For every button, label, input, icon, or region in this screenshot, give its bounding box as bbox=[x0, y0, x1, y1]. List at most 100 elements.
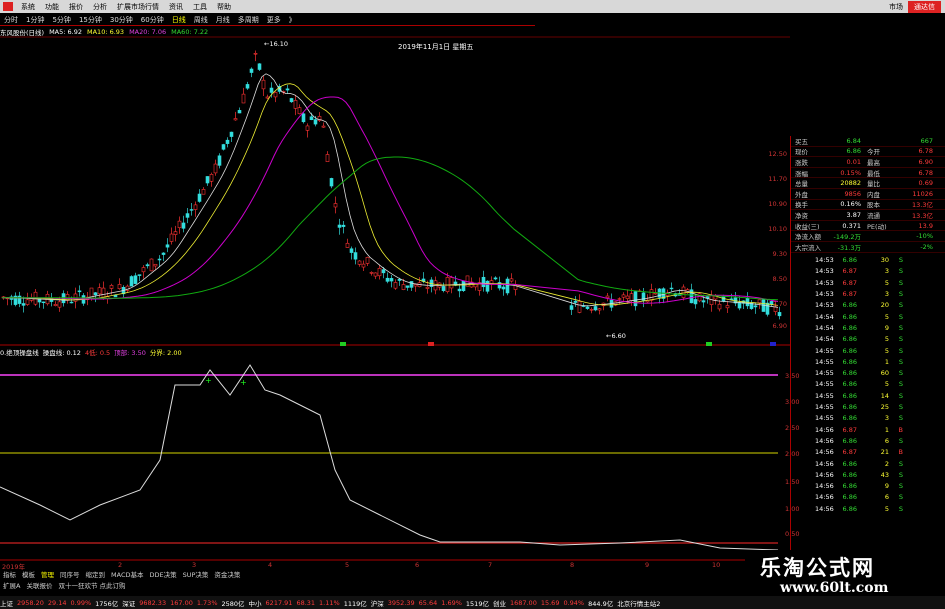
candle-body bbox=[593, 306, 598, 311]
trade-cell: 9 bbox=[884, 323, 889, 332]
status-segment: 167.00 bbox=[170, 598, 193, 607]
candle-body bbox=[329, 178, 334, 187]
tab-manage[interactable]: 管理 bbox=[38, 569, 57, 579]
trade-cell: 3 bbox=[884, 414, 889, 423]
tab-macd[interactable]: MACD基本 bbox=[108, 569, 146, 579]
status-segment[interactable]: 沪深 bbox=[371, 598, 384, 608]
link-ext-a[interactable]: 扩展A bbox=[0, 580, 23, 590]
tab-lock[interactable]: 缩定到 bbox=[83, 569, 109, 579]
x-tick: 7 bbox=[488, 561, 493, 569]
tab-template[interactable]: 模板 bbox=[19, 569, 38, 579]
trade-cell: 6.86 bbox=[842, 346, 857, 355]
x-tick: 2 bbox=[118, 561, 123, 569]
quote-value: 11026 bbox=[912, 189, 933, 198]
indicator-name[interactable]: 0.绝顶操盘线 bbox=[0, 347, 39, 357]
candle-body bbox=[209, 174, 214, 182]
trade-cell: 14:56 bbox=[815, 436, 834, 445]
quote-row: 大宗流入 -31.3万 -2% bbox=[791, 242, 945, 253]
quote-label: 量比 bbox=[867, 180, 880, 189]
tab-same-seq[interactable]: 同序号 bbox=[57, 569, 83, 579]
trade-row: 14:55 6.86 3 S bbox=[791, 413, 945, 424]
candle-body bbox=[289, 98, 294, 103]
y-tick: 7.70 bbox=[772, 300, 787, 308]
trade-cell: 14:56 bbox=[815, 504, 834, 513]
candle-body bbox=[177, 220, 182, 228]
trade-cell: 6.86 bbox=[842, 414, 857, 423]
trade-cell: 43 bbox=[880, 470, 889, 479]
trade-cell: 6.86 bbox=[842, 335, 857, 344]
tab-sup[interactable]: SUP决策 bbox=[180, 569, 212, 579]
status-segment: 2958.20 bbox=[17, 598, 44, 607]
candle-body bbox=[633, 291, 638, 307]
trade-cell: 14:53 bbox=[815, 267, 834, 276]
quote-value: 13.3亿 bbox=[912, 201, 933, 210]
x-tick: 8 bbox=[570, 561, 575, 569]
candle-body bbox=[405, 285, 410, 288]
tab-dde[interactable]: DDE决策 bbox=[146, 569, 179, 579]
quote-label: 外盘 bbox=[795, 190, 808, 199]
buy-signal-mark bbox=[340, 342, 346, 346]
quote-label: 股本 bbox=[867, 201, 880, 210]
quote-label: 收益(三) bbox=[795, 222, 820, 231]
status-segment: 1519亿 bbox=[465, 599, 489, 608]
trade-cell: 6.86 bbox=[842, 380, 857, 389]
candle-body bbox=[337, 224, 342, 228]
trade-cell: 3 bbox=[884, 290, 889, 299]
trade-cell: 5 bbox=[884, 504, 889, 513]
trade-cell: S bbox=[898, 470, 903, 479]
status-segment[interactable]: 深证 bbox=[122, 598, 135, 608]
trade-cell: 9 bbox=[884, 482, 889, 491]
link-related-quote[interactable]: 关联报价 bbox=[23, 580, 55, 590]
candle-body bbox=[225, 139, 230, 144]
status-segment: 844.9亿 bbox=[588, 599, 614, 608]
quote-value: 13.3亿 bbox=[912, 211, 933, 220]
quote-row: 净资 3.87 流通 13.3亿 bbox=[791, 210, 945, 221]
tab-indicator[interactable]: 指标 bbox=[0, 569, 19, 579]
candle-body bbox=[413, 284, 418, 287]
tick-trades[interactable]: 14:53 6.86 30 S 14:53 6.87 3 S 14:53 6.87 5 S 14:53 6… bbox=[791, 255, 945, 515]
quote-value: 6.78 bbox=[918, 147, 933, 156]
quote-row: 换手 0.16% 股本 13.3亿 bbox=[791, 200, 945, 211]
status-segment[interactable]: 中小 bbox=[249, 598, 262, 608]
candle-body bbox=[481, 276, 486, 288]
trade-cell: S bbox=[898, 357, 903, 366]
candle-body bbox=[701, 300, 706, 303]
candle-body bbox=[445, 277, 450, 292]
tab-fund[interactable]: 资金决策 bbox=[211, 569, 243, 579]
candle-body bbox=[509, 278, 514, 282]
sell-signal-mark bbox=[428, 342, 434, 346]
trade-cell: 6.86 bbox=[842, 357, 857, 366]
trade-cell: 6.86 bbox=[842, 504, 857, 513]
quote-row: 外盘 9856 内盘 11026 bbox=[791, 189, 945, 200]
status-segment[interactable]: 北京行情主站2 bbox=[617, 598, 660, 608]
candlesticks bbox=[1, 50, 782, 320]
candle-body bbox=[365, 257, 370, 264]
trade-cell: 14:53 bbox=[815, 256, 834, 265]
candle-body bbox=[189, 209, 194, 211]
trade-cell: 14:56 bbox=[815, 482, 834, 491]
link-promo[interactable]: 双十一狂欢节 点此订购 bbox=[55, 580, 128, 590]
trade-cell: 14:55 bbox=[815, 380, 834, 389]
quote-label: 净资 bbox=[795, 211, 808, 220]
y-tick: 12.50 bbox=[768, 150, 787, 158]
trade-cell: 14:56 bbox=[815, 493, 834, 502]
candle-body bbox=[461, 280, 466, 291]
trade-cell: 14:55 bbox=[815, 391, 834, 400]
indicator-v3: 分界: 2.00 bbox=[149, 349, 182, 357]
x-tick: 6 bbox=[415, 561, 420, 569]
trade-cell: 14:56 bbox=[815, 448, 834, 457]
trade-row: 14:55 6.86 5 S bbox=[791, 379, 945, 390]
status-segment[interactable]: 上证 bbox=[0, 598, 13, 608]
trade-row: 14:56 6.86 5 S bbox=[791, 503, 945, 514]
status-segment[interactable]: 创业 bbox=[493, 598, 506, 608]
status-segment: 2580亿 bbox=[221, 599, 245, 608]
quote-value: 20882 bbox=[840, 179, 861, 188]
watermark-url: www.60lt.com bbox=[780, 580, 889, 596]
trade-cell: 25 bbox=[880, 403, 889, 412]
candle-body bbox=[345, 242, 350, 248]
trade-cell: S bbox=[898, 346, 903, 355]
trade-cell: 14:55 bbox=[815, 346, 834, 355]
status-segment: 1.73% bbox=[196, 598, 218, 607]
candle-body bbox=[173, 231, 178, 235]
candle-body bbox=[153, 263, 158, 267]
